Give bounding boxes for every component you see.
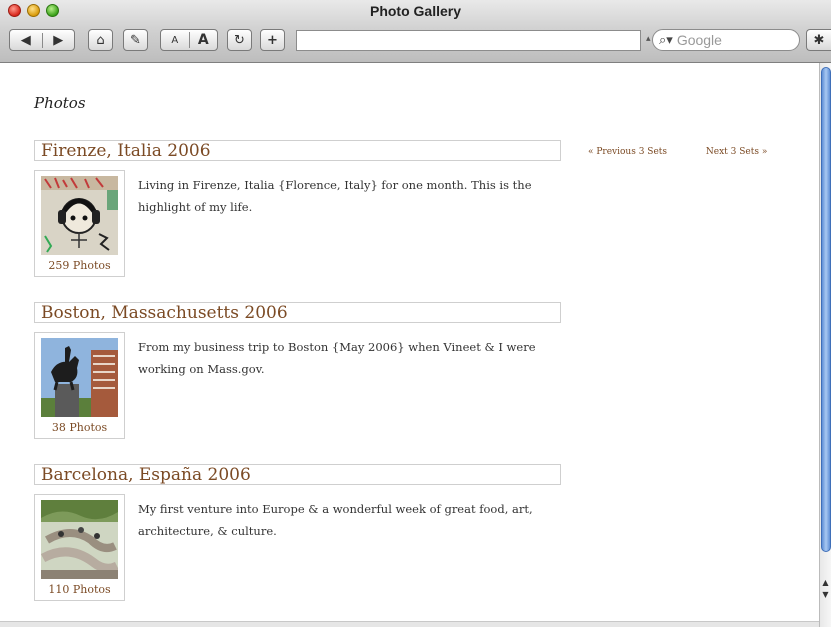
add-bookmark-button[interactable]: + — [260, 29, 285, 51]
set-thumbnail-image[interactable] — [41, 338, 118, 417]
vertical-scrollbar[interactable]: ▲ ▼ — [819, 63, 831, 627]
window-title: Photo Gallery — [369, 3, 462, 19]
bug-icon: ✱ — [813, 32, 825, 48]
set-title[interactable]: Boston, Massachusetts 2006 — [34, 302, 561, 323]
search-placeholder: Google — [676, 32, 722, 48]
set-thumbnail-image[interactable] — [41, 500, 118, 579]
browser-window: Photo Gallery ◀ ▶ ⌂ ✎ A A ↻ + ▴ ⌕▾ Googl… — [0, 0, 831, 627]
pager: « Previous 3 Sets Next 3 Sets » — [588, 147, 767, 157]
scroll-up-icon[interactable]: ▲ — [820, 577, 831, 588]
gallery-set: Firenze, Italia 2006 259 Photos Living i… — [34, 140, 561, 277]
text-smaller-button[interactable]: A — [161, 35, 189, 46]
set-thumbnail-box[interactable]: 38 Photos — [34, 332, 125, 439]
reload-icon: ↻ — [234, 32, 245, 48]
set-thumbnail-box[interactable]: 259 Photos — [34, 170, 125, 277]
bug-button[interactable]: ✱ — [806, 29, 831, 51]
forward-arrow-icon[interactable]: ▶ — [41, 32, 75, 48]
set-description: From my business trip to Boston {May 200… — [138, 340, 536, 376]
window-toolbar: Photo Gallery ◀ ▶ ⌂ ✎ A A ↻ + ▴ ⌕▾ Googl… — [0, 0, 831, 63]
scrollbar-thumb[interactable] — [821, 67, 831, 552]
address-dropdown-icon[interactable]: ▴ — [646, 34, 651, 44]
search-field[interactable]: ⌕▾ Google — [652, 29, 800, 51]
next-sets-link[interactable]: Next 3 Sets » — [706, 147, 767, 157]
search-icon: ⌕▾ — [659, 32, 673, 48]
scroll-down-icon[interactable]: ▼ — [820, 589, 831, 600]
photo-count[interactable]: 38 Photos — [41, 421, 118, 434]
photo-count[interactable]: 259 Photos — [41, 259, 118, 272]
photo-count[interactable]: 110 Photos — [41, 583, 118, 596]
set-title[interactable]: Firenze, Italia 2006 — [34, 140, 561, 161]
page-content: Photos « Previous 3 Sets Next 3 Sets » F… — [0, 63, 819, 621]
home-button[interactable]: ⌂ — [88, 29, 113, 51]
gallery-set: Boston, Massachusetts 2006 38 Photos Fro… — [34, 302, 561, 439]
text-size-button[interactable]: A A — [160, 29, 218, 51]
set-title[interactable]: Barcelona, España 2006 — [34, 464, 561, 485]
set-thumbnail-box[interactable]: 110 Photos — [34, 494, 125, 601]
gallery-set: Barcelona, España 2006 110 Photos My fir… — [34, 464, 561, 601]
previous-sets-link[interactable]: « Previous 3 Sets — [588, 147, 667, 157]
address-bar[interactable] — [296, 30, 641, 51]
window-bottom-edge — [0, 621, 819, 627]
home-icon: ⌂ — [96, 32, 105, 48]
page-title: Photos — [34, 94, 86, 112]
set-description: My first venture into Europe & a wonderf… — [138, 502, 533, 538]
reload-button[interactable]: ↻ — [227, 29, 252, 51]
set-description: Living in Firenze, Italia {Florence, Ita… — [138, 178, 532, 214]
back-forward-button[interactable]: ◀ ▶ — [9, 29, 75, 51]
set-thumbnail-image[interactable] — [41, 176, 118, 255]
edit-icon: ✎ — [130, 32, 141, 48]
text-bigger-button[interactable]: A — [188, 32, 218, 48]
edit-button[interactable]: ✎ — [123, 29, 148, 51]
back-arrow-icon[interactable]: ◀ — [10, 33, 42, 48]
